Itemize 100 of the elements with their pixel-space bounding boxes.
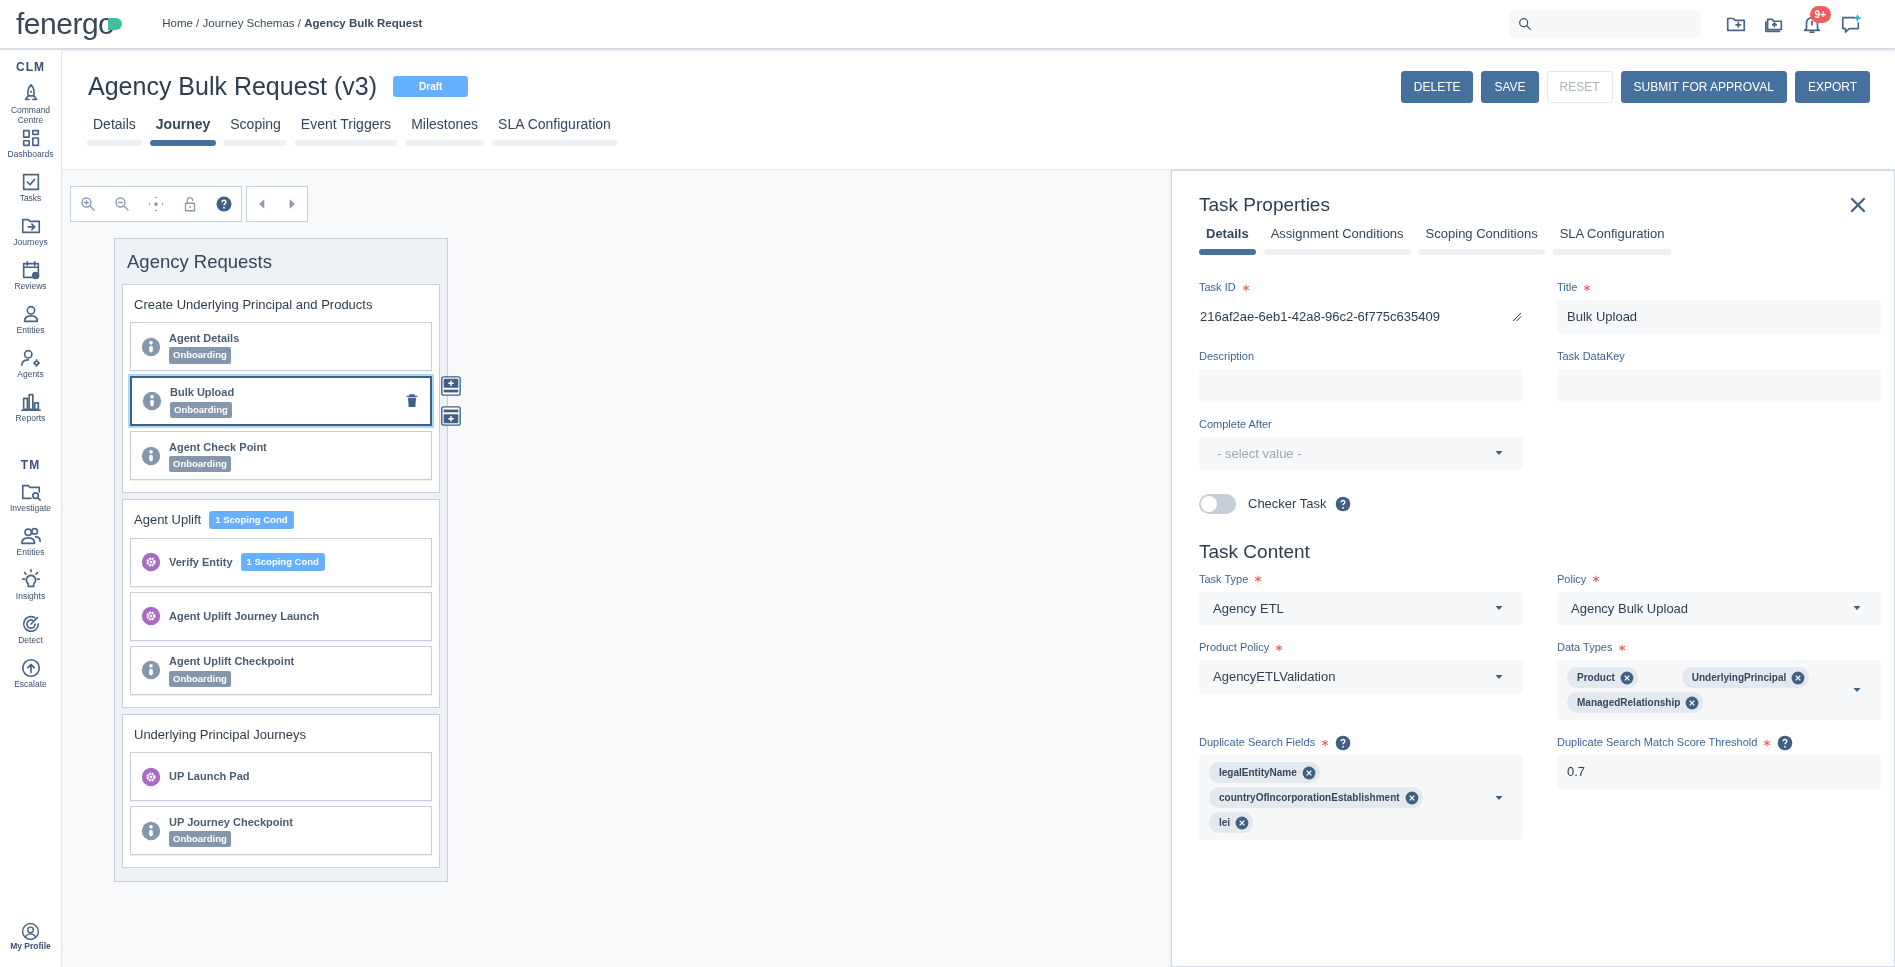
task-card[interactable]: Agent Check Point Onboarding bbox=[130, 431, 432, 480]
task-card[interactable]: UP Launch Pad bbox=[130, 752, 432, 801]
task-card[interactable]: Agent Uplift Checkpoint Onboarding bbox=[130, 645, 432, 695]
dropdown-field[interactable]: Agency Bulk Upload bbox=[1557, 591, 1881, 625]
action-button[interactable]: SUBMIT FOR APPROVAL bbox=[1620, 70, 1787, 103]
sidebar-item[interactable]: Detect bbox=[18, 635, 43, 646]
tab[interactable]: Assignment Conditions bbox=[1263, 223, 1411, 255]
field-label: Task DataKey bbox=[1557, 348, 1625, 364]
sidebar-item[interactable]: Entities bbox=[16, 325, 45, 336]
input-field[interactable]: 0.7 bbox=[1557, 755, 1881, 789]
dropdown-field[interactable]: Agency ETL bbox=[1199, 591, 1523, 625]
input-field[interactable]: Bulk Upload bbox=[1557, 300, 1881, 334]
sidebar-item[interactable]: Investigate bbox=[9, 503, 52, 514]
trash-icon[interactable] bbox=[404, 393, 420, 410]
sidebar-item[interactable]: Command Centre bbox=[0, 105, 61, 126]
add-above-button[interactable] bbox=[440, 375, 462, 398]
multiselect-field[interactable]: Product UnderlyingPrincipal ManagedRelationship bbox=[1557, 660, 1881, 720]
lane-title: Agency Requests bbox=[126, 250, 273, 274]
tab[interactable]: Scoping Conditions bbox=[1418, 223, 1545, 255]
help-icon[interactable] bbox=[1777, 734, 1794, 751]
sidebar-item[interactable]: Reviews bbox=[14, 281, 47, 292]
search-field[interactable] bbox=[1509, 10, 1701, 38]
stage-tag: Onboarding bbox=[170, 401, 232, 418]
status-badge: Draft bbox=[393, 76, 469, 98]
task-card[interactable]: UP Journey Checkpoint Onboarding bbox=[130, 806, 432, 855]
chip[interactable]: countryOfIncorporationEstablishment bbox=[1209, 787, 1423, 808]
help-icon[interactable] bbox=[215, 195, 233, 213]
sidebar-item[interactable]: My Profile bbox=[10, 941, 51, 952]
stage-title: Create Underlying Principal and Products bbox=[134, 295, 373, 314]
dropdown-field[interactable]: AgencyETLValidation bbox=[1199, 660, 1523, 694]
section-heading: CLM bbox=[15, 59, 46, 76]
zoom-in-icon[interactable] bbox=[79, 195, 97, 213]
toggle-label: Checker Task bbox=[1248, 495, 1327, 514]
tab[interactable]: Event Triggers bbox=[294, 113, 398, 151]
task-name: UP Launch Pad bbox=[169, 769, 250, 785]
info-icon bbox=[141, 660, 161, 680]
bar-chart-icon[interactable] bbox=[19, 391, 42, 413]
remove-icon[interactable] bbox=[1404, 790, 1419, 805]
task-name: Agent Uplift Journey Launch bbox=[169, 608, 320, 624]
profile-icon[interactable] bbox=[21, 922, 40, 941]
gear-icon bbox=[141, 606, 161, 626]
breadcrumb[interactable]: Home / Journey Schemas / Agency Bulk Request bbox=[162, 15, 423, 33]
sidebar-item[interactable]: Entities bbox=[16, 547, 45, 558]
chip[interactable]: lei bbox=[1209, 812, 1254, 833]
person-gear-icon[interactable] bbox=[19, 347, 42, 369]
scoping-badge: 1 Scoping Cond bbox=[209, 510, 294, 529]
sidebar-item[interactable]: Insights bbox=[15, 591, 46, 602]
stage-tag: Onboarding bbox=[169, 831, 231, 848]
sidebar-item[interactable]: Agents bbox=[17, 369, 44, 380]
arrow-up-circle-icon[interactable] bbox=[19, 657, 42, 679]
tab[interactable]: Details bbox=[1199, 223, 1256, 255]
multiselect-field[interactable]: legalEntityName countryOfIncorporationEstablishment lei bbox=[1199, 755, 1523, 840]
task-name: Agent Uplift Checkpoint bbox=[169, 654, 295, 670]
sidebar-item[interactable]: Reports bbox=[15, 413, 46, 424]
panel-title: Task Properties bbox=[1199, 193, 1330, 217]
task-name: Verify Entity bbox=[169, 554, 233, 570]
field-label: Duplicate Search Fields bbox=[1199, 735, 1316, 751]
tab[interactable]: SLA Configuration bbox=[492, 113, 617, 151]
remove-icon[interactable] bbox=[1791, 670, 1806, 685]
search-icon bbox=[1517, 16, 1533, 32]
task-card[interactable]: Agent Details Onboarding bbox=[130, 322, 432, 372]
resize-handle-icon[interactable] bbox=[1511, 310, 1523, 323]
help-icon[interactable] bbox=[1334, 496, 1351, 512]
tab[interactable]: SLA Configuration bbox=[1552, 223, 1672, 255]
tab[interactable]: Details bbox=[87, 113, 142, 151]
action-button[interactable]: DELETE bbox=[1400, 70, 1474, 103]
tab[interactable]: Journey bbox=[149, 113, 217, 151]
chip[interactable]: legalEntityName bbox=[1209, 762, 1320, 783]
tab[interactable]: Milestones bbox=[405, 113, 485, 151]
chip[interactable]: ManagedRelationship bbox=[1567, 692, 1704, 713]
field-label: Task Type bbox=[1199, 571, 1249, 587]
tab[interactable]: Scoping bbox=[224, 113, 287, 151]
sidebar-item[interactable]: Tasks bbox=[19, 193, 42, 204]
remove-icon[interactable] bbox=[1301, 765, 1316, 780]
sidebar-item[interactable]: Journeys bbox=[13, 237, 48, 248]
toggle-switch[interactable] bbox=[1199, 494, 1236, 514]
task-name: UP Journey Checkpoint bbox=[169, 814, 293, 830]
stage-title: Agent Uplift bbox=[134, 511, 202, 529]
remove-icon[interactable] bbox=[1619, 670, 1634, 685]
people-icon[interactable] bbox=[19, 525, 42, 547]
zoom-out-icon[interactable] bbox=[113, 195, 131, 213]
add-below-button[interactable] bbox=[440, 405, 462, 428]
sidebar-item[interactable]: Dashboards bbox=[7, 149, 54, 160]
task-card[interactable]: Agent Uplift Journey Launch bbox=[130, 591, 432, 641]
field-label: Duplicate Search Match Score Threshold bbox=[1557, 735, 1758, 751]
remove-icon[interactable] bbox=[1685, 695, 1700, 710]
task-card[interactable]: Verify Entity 1 Scoping Cond bbox=[130, 537, 432, 587]
chip[interactable]: Product bbox=[1567, 667, 1638, 688]
chat-sparkle-icon[interactable] bbox=[1839, 13, 1863, 35]
field-label: Task ID bbox=[1199, 280, 1236, 296]
action-button[interactable]: EXPORT bbox=[1794, 70, 1870, 103]
field-label: Policy bbox=[1557, 571, 1587, 587]
chip[interactable]: UnderlyingPrincipal bbox=[1681, 667, 1810, 688]
remove-icon[interactable] bbox=[1235, 815, 1250, 830]
action-button[interactable]: SAVE bbox=[1481, 70, 1539, 103]
field-label: Complete After bbox=[1199, 416, 1272, 432]
sidebar-item[interactable]: Escalate bbox=[14, 679, 47, 690]
stage-tag: Onboarding bbox=[169, 456, 231, 473]
section-title: Task Content bbox=[1199, 540, 1311, 564]
help-icon[interactable] bbox=[1335, 734, 1352, 751]
